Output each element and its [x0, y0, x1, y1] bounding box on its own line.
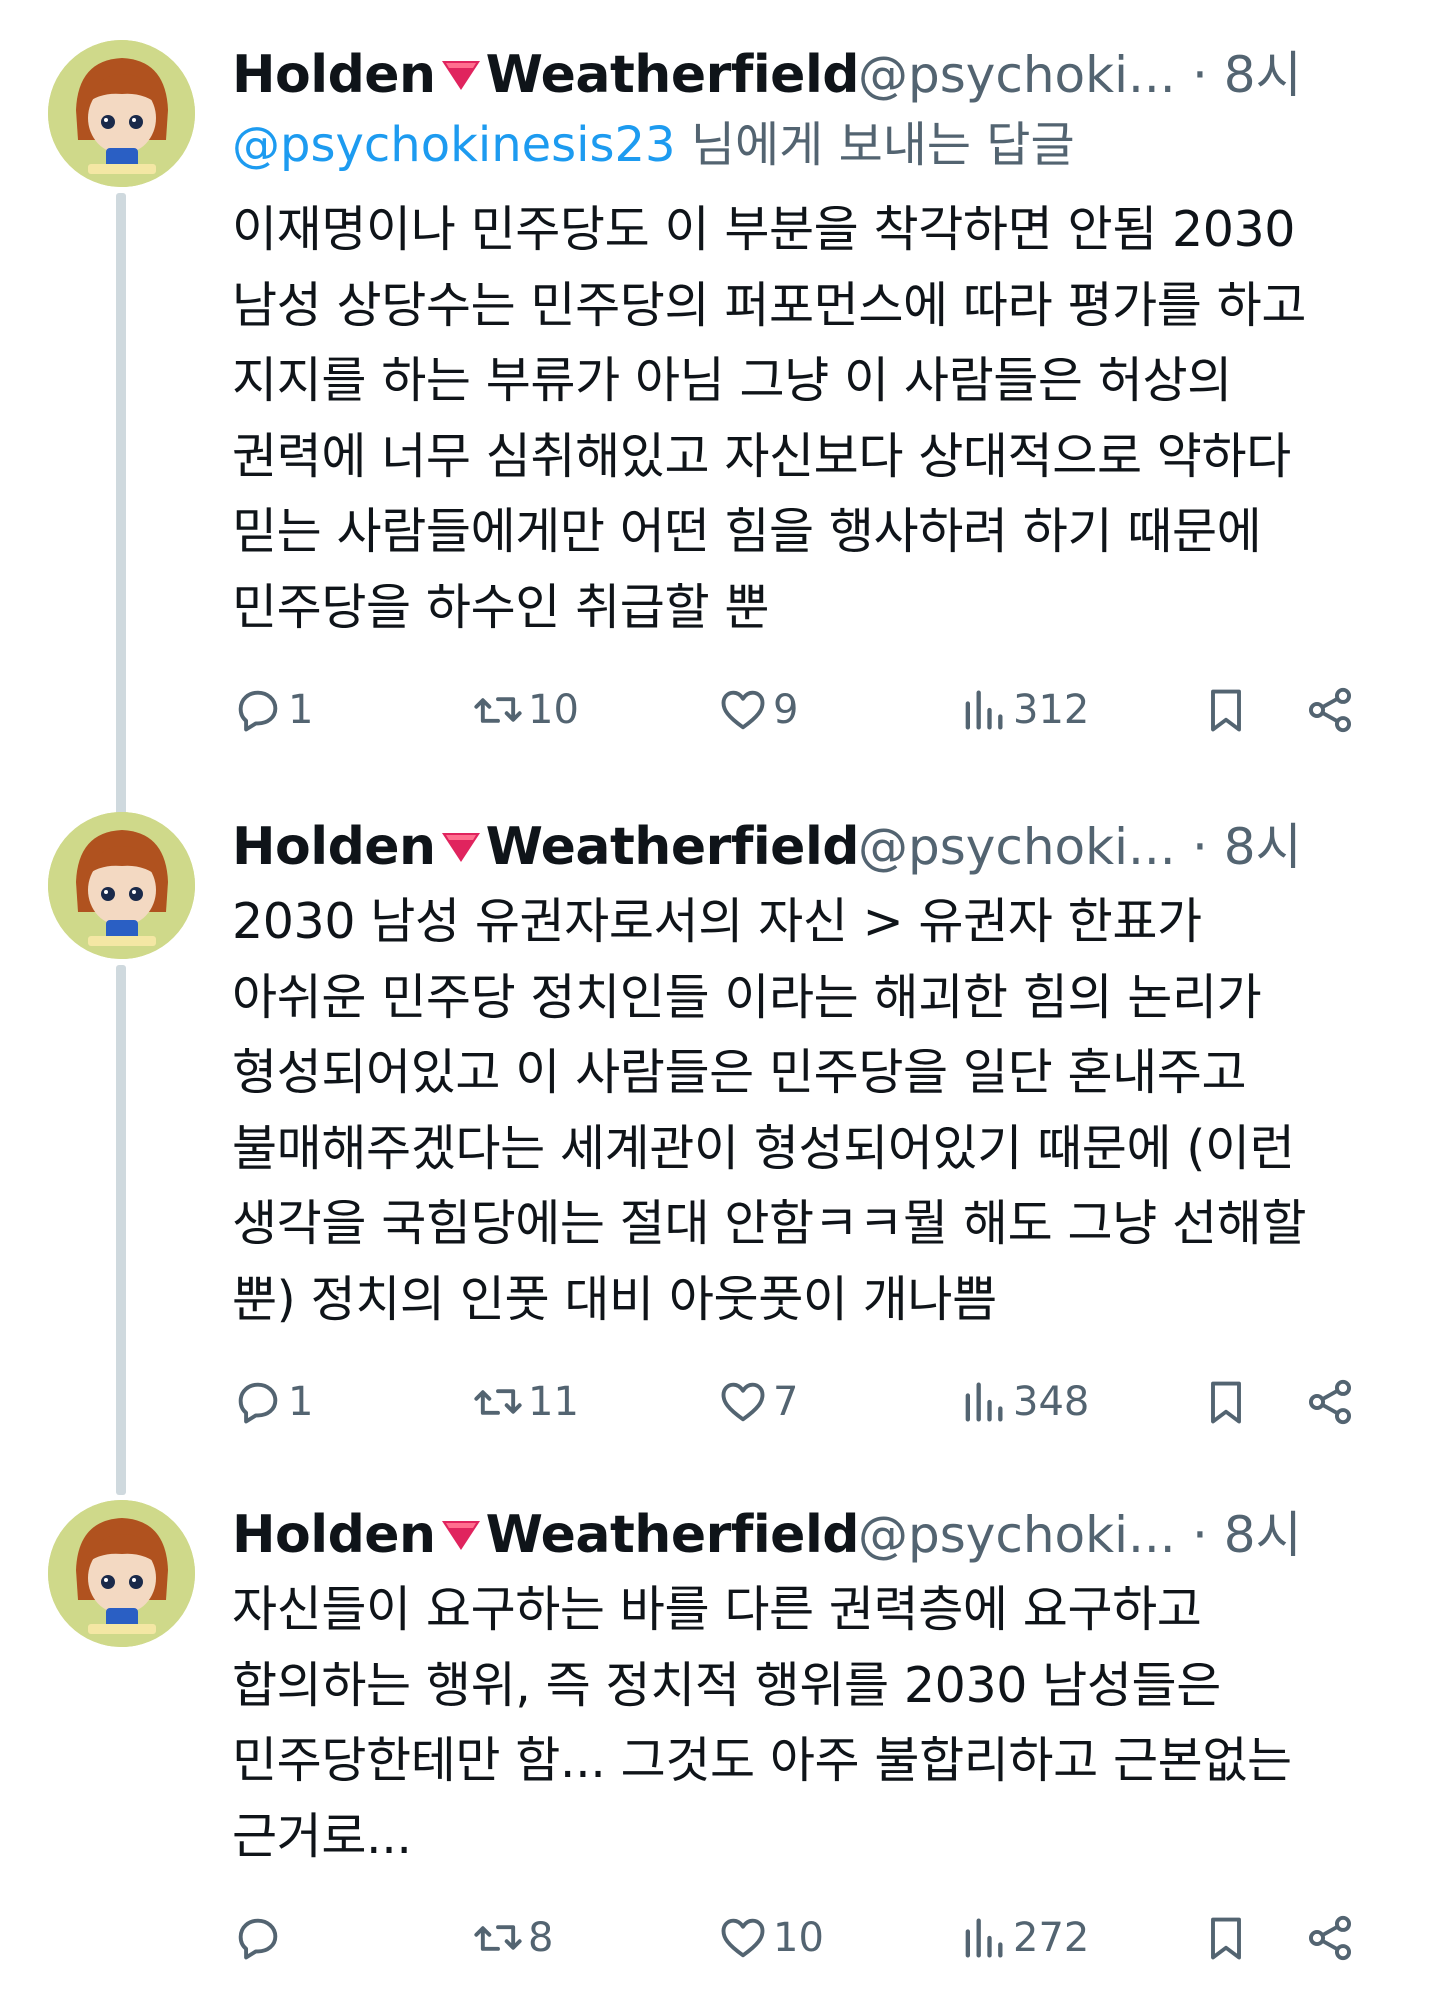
timestamp[interactable]: · 8시	[1192, 1500, 1302, 1570]
tweet-text-line: 믿는 사람들에게만 어떤 힘을 행사하려 하기 때문에	[232, 503, 1262, 560]
views-count: 312	[1013, 687, 1090, 733]
retweet-icon	[474, 1925, 522, 1951]
tweet-text-line: 지지를 하는 부류가 아님 그냥 이 사람들은 허상의	[232, 352, 1232, 409]
like-button[interactable]: 7	[717, 1372, 798, 1432]
like-count: 9	[773, 687, 799, 733]
tweet-text-line: 합의하는 행위, 즉 정치적 행위를 2030 남성들은	[232, 1656, 1221, 1714]
tweet-text-line: 근거로...	[232, 1807, 412, 1865]
avatar-illustration	[48, 1500, 195, 1647]
thread-connector-line	[116, 193, 126, 818]
tweet-actions: 8 10 272	[232, 1908, 1392, 1968]
display-name[interactable]: Holden Weatherfield	[232, 40, 860, 110]
bookmark-icon	[1211, 1381, 1241, 1424]
red-triangle-flag-icon	[441, 61, 480, 90]
tweet-header: Holden Weatherfield @psychoki... · 8시	[232, 812, 1382, 882]
views-icon	[965, 690, 1003, 730]
tweet-text-line: 불매해주겠다는 세계관이 형성되어있기 때문에 (이런	[232, 1119, 1295, 1177]
tweet-text-line: 민주당을 하수인 취급할 뿐	[232, 578, 770, 636]
tweet-text-line: 2030 남성 유권자로서의 자신 > 유권자 한표가	[232, 893, 1202, 950]
retweet-icon	[474, 697, 522, 723]
retweet-button[interactable]: 8	[472, 1908, 553, 1968]
bookmark-button[interactable]	[1200, 1372, 1252, 1432]
like-icon	[721, 690, 765, 730]
reply-count: 1	[288, 687, 314, 733]
tweet-actions: 1 10 9 312	[232, 680, 1392, 740]
avatar-illustration	[48, 812, 195, 959]
views-button[interactable]: 272	[957, 1908, 1089, 1968]
mention-link[interactable]: @psychokinesis23	[232, 117, 676, 173]
tweet-text-line: 뿐) 정치의 인풋 대비 아웃풋이 개나쁨	[232, 1270, 997, 1328]
tweet-text-line: 자신들이 요구하는 바를 다른 권력층에 요구하고	[232, 1581, 1202, 1638]
like-icon	[721, 1918, 765, 1958]
tweet-actions: 1 11 7 348	[232, 1372, 1392, 1432]
like-button[interactable]: 10	[717, 1908, 824, 1968]
avatar[interactable]	[48, 1500, 195, 1647]
red-triangle-flag-icon	[441, 1521, 480, 1550]
retweet-button[interactable]: 10	[472, 680, 579, 740]
like-button[interactable]: 9	[717, 680, 798, 740]
tweet-text-line: 남성 상당수는 민주당의 퍼포먼스에 따라 평가를 하고	[232, 276, 1307, 334]
bookmark-button[interactable]	[1200, 1908, 1252, 1968]
tweet-text-line: 아쉬운 민주당 정치인들 이라는 해괴한 힘의 논리가	[232, 968, 1262, 1026]
tweet-text-line: 형성되어있고 이 사람들은 민주당을 일단 혼내주고	[232, 1044, 1247, 1101]
reply-button[interactable]	[232, 1908, 288, 1968]
reply-icon	[238, 1918, 278, 1960]
views-button[interactable]: 312	[957, 680, 1089, 740]
share-button[interactable]	[1304, 680, 1356, 740]
timestamp[interactable]: · 8시	[1192, 812, 1302, 882]
retweet-count: 10	[528, 687, 579, 733]
timestamp[interactable]: · 8시	[1192, 40, 1302, 110]
user-handle[interactable]: @psychoki...	[858, 40, 1176, 110]
retweet-icon	[474, 1389, 522, 1415]
avatar-illustration	[48, 40, 195, 187]
reply-icon	[238, 690, 278, 732]
views-button[interactable]: 348	[957, 1372, 1089, 1432]
red-triangle-flag-icon	[441, 833, 480, 862]
reply-button[interactable]: 1	[232, 680, 313, 740]
tweet-text-line: 생각을 국힘당에는 절대 안함ㅋㅋ뭘 해도 그냥 선해할	[232, 1195, 1307, 1252]
tweet-text-line: 권력에 너무 심취해있고 자신보다 상대적으로 약하다	[232, 427, 1291, 485]
reply-button[interactable]: 1	[232, 1372, 313, 1432]
views-count: 272	[1013, 1915, 1090, 1961]
reply-context-label: 님에게 보내는 답글	[675, 117, 1075, 173]
like-icon	[721, 1382, 765, 1422]
user-handle[interactable]: @psychoki...	[858, 1500, 1176, 1570]
share-button[interactable]	[1304, 1908, 1356, 1968]
tweet-header: Holden Weatherfield @psychoki... · 8시	[232, 40, 1382, 110]
retweet-count: 11	[528, 1379, 579, 1425]
tweet-text-line: 민주당한테만 함... 그것도 아주 불합리하고 근본없는	[232, 1732, 1292, 1789]
thread-connector-line	[116, 965, 126, 1495]
reply-context: @psychokinesis23 님에게 보내는 답글	[232, 112, 1075, 178]
share-icon	[1308, 1379, 1352, 1425]
share-button[interactable]	[1304, 1372, 1356, 1432]
display-name[interactable]: Holden Weatherfield	[232, 812, 860, 882]
avatar[interactable]	[48, 40, 195, 187]
retweet-button[interactable]: 11	[472, 1372, 579, 1432]
avatar[interactable]	[48, 812, 195, 959]
retweet-count: 8	[528, 1915, 554, 1961]
tweet-text: 자신들이 요구하는 바를 다른 권력층에 요구하고 합의하는 행위, 즉 정치적…	[232, 1572, 1382, 1874]
user-handle[interactable]: @psychoki...	[858, 812, 1176, 882]
tweet-text: 2030 남성 유권자로서의 자신 > 유권자 한표가 아쉬운 민주당 정치인들…	[232, 884, 1382, 1337]
share-icon	[1308, 687, 1352, 733]
views-count: 348	[1013, 1379, 1090, 1425]
like-count: 10	[773, 1915, 824, 1961]
like-count: 7	[773, 1379, 799, 1425]
bookmark-button[interactable]	[1200, 680, 1252, 740]
reply-icon	[238, 1382, 278, 1424]
display-name[interactable]: Holden Weatherfield	[232, 1500, 860, 1570]
tweet-header: Holden Weatherfield @psychoki... · 8시	[232, 1500, 1382, 1570]
reply-count: 1	[288, 1379, 314, 1425]
views-icon	[965, 1918, 1003, 1958]
tweet-text-line: 이재명이나 민주당도 이 부분을 착각하면 안됨 2030	[232, 201, 1296, 258]
views-icon	[965, 1382, 1003, 1422]
share-icon	[1308, 1915, 1352, 1961]
bookmark-icon	[1211, 1917, 1241, 1960]
tweet-text: 이재명이나 민주당도 이 부분을 착각하면 안됨 2030 남성 상당수는 민주…	[232, 192, 1382, 645]
bookmark-icon	[1211, 689, 1241, 732]
